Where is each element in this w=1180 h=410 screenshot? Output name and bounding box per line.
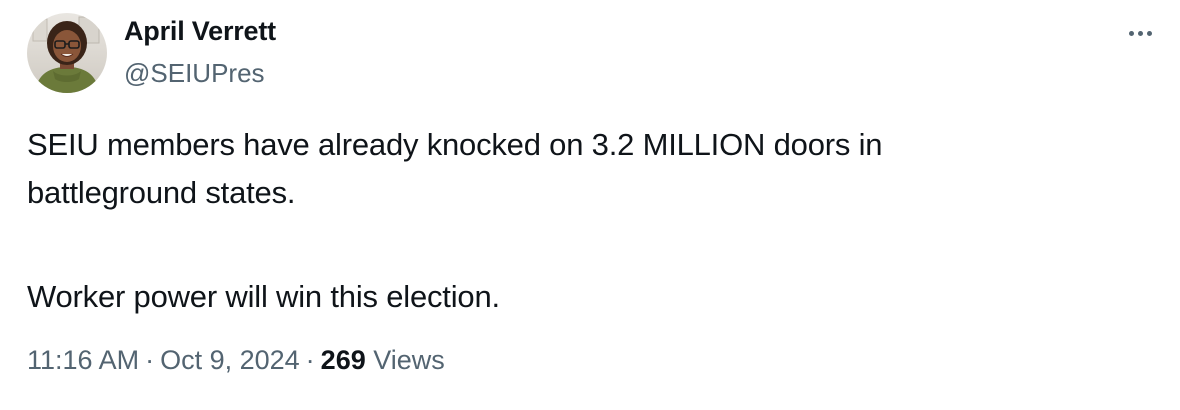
tweet-text: SEIU members have already knocked on 3.2… — [27, 121, 1127, 321]
author-handle[interactable]: @SEIUPres — [124, 58, 265, 89]
views-count: 269 — [320, 345, 366, 375]
author-avatar[interactable] — [27, 13, 107, 93]
tweet-meta: 11:16 AM · Oct 9, 2024 · 269 Views — [27, 345, 445, 376]
meta-separator: · — [305, 345, 315, 375]
tweet-date-link[interactable]: Oct 9, 2024 — [160, 345, 300, 375]
avatar-photo-icon — [27, 13, 107, 93]
author-display-name[interactable]: April Verrett — [124, 16, 276, 47]
tweet-card: April Verrett @SEIUPres SEIU members hav… — [0, 0, 1180, 410]
tweet-text-line: SEIU members have already knocked on 3.2… — [27, 127, 883, 162]
tweet-text-line: battleground states. — [27, 175, 296, 210]
more-options-button[interactable] — [1118, 16, 1162, 50]
tweet-time-link[interactable]: 11:16 AM — [27, 345, 139, 375]
tweet-text-line: Worker power will win this election. — [27, 279, 500, 314]
meta-separator: · — [145, 345, 155, 375]
views-label: Views — [373, 345, 445, 375]
more-horizontal-icon — [1128, 30, 1134, 36]
